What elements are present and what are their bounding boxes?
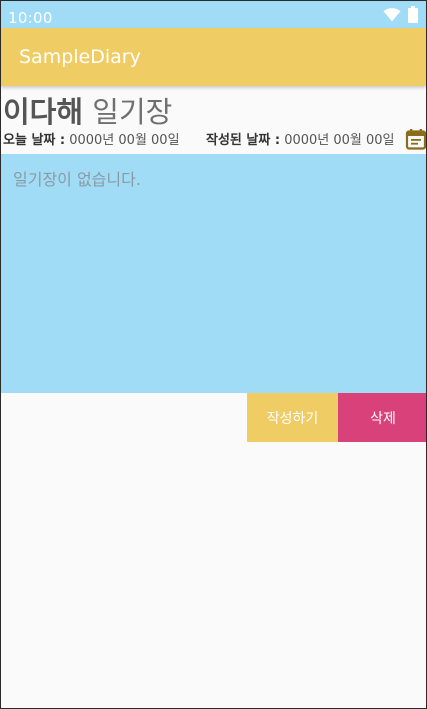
app-title: SampleDiary [19, 46, 141, 68]
status-bar: 10:00 [1, 1, 426, 28]
app-bar: SampleDiary [1, 28, 426, 86]
calendar-icon[interactable] [405, 128, 427, 150]
diary-title: 이다해 일기장 [3, 89, 172, 131]
diary-owner-name: 이다해 [3, 95, 84, 129]
written-date-value: 0000년 00월 00일 [280, 133, 395, 148]
battery-icon [408, 6, 418, 23]
written-date-row: 작성된 날짜 : 0000년 00월 00일 [206, 129, 395, 148]
wifi-icon [383, 8, 401, 22]
status-time: 10:00 [8, 9, 53, 27]
app-screen: 10:00 SampleDiary 이다해 일기장 오늘 날짜 : 0000년 … [0, 0, 427, 709]
diary-content-area [1, 154, 426, 393]
write-button[interactable]: 작성하기 [247, 393, 338, 442]
today-date-label: 오늘 날짜 : [3, 133, 66, 148]
today-date-row: 오늘 날짜 : 0000년 00월 00일 [3, 129, 180, 148]
diary-content-input[interactable] [1, 154, 426, 393]
written-date-label: 작성된 날짜 : [206, 133, 281, 148]
delete-button[interactable]: 삭제 [338, 393, 426, 442]
diary-title-suffix: 일기장 [83, 95, 173, 129]
today-date-value: 0000년 00월 00일 [65, 133, 180, 148]
